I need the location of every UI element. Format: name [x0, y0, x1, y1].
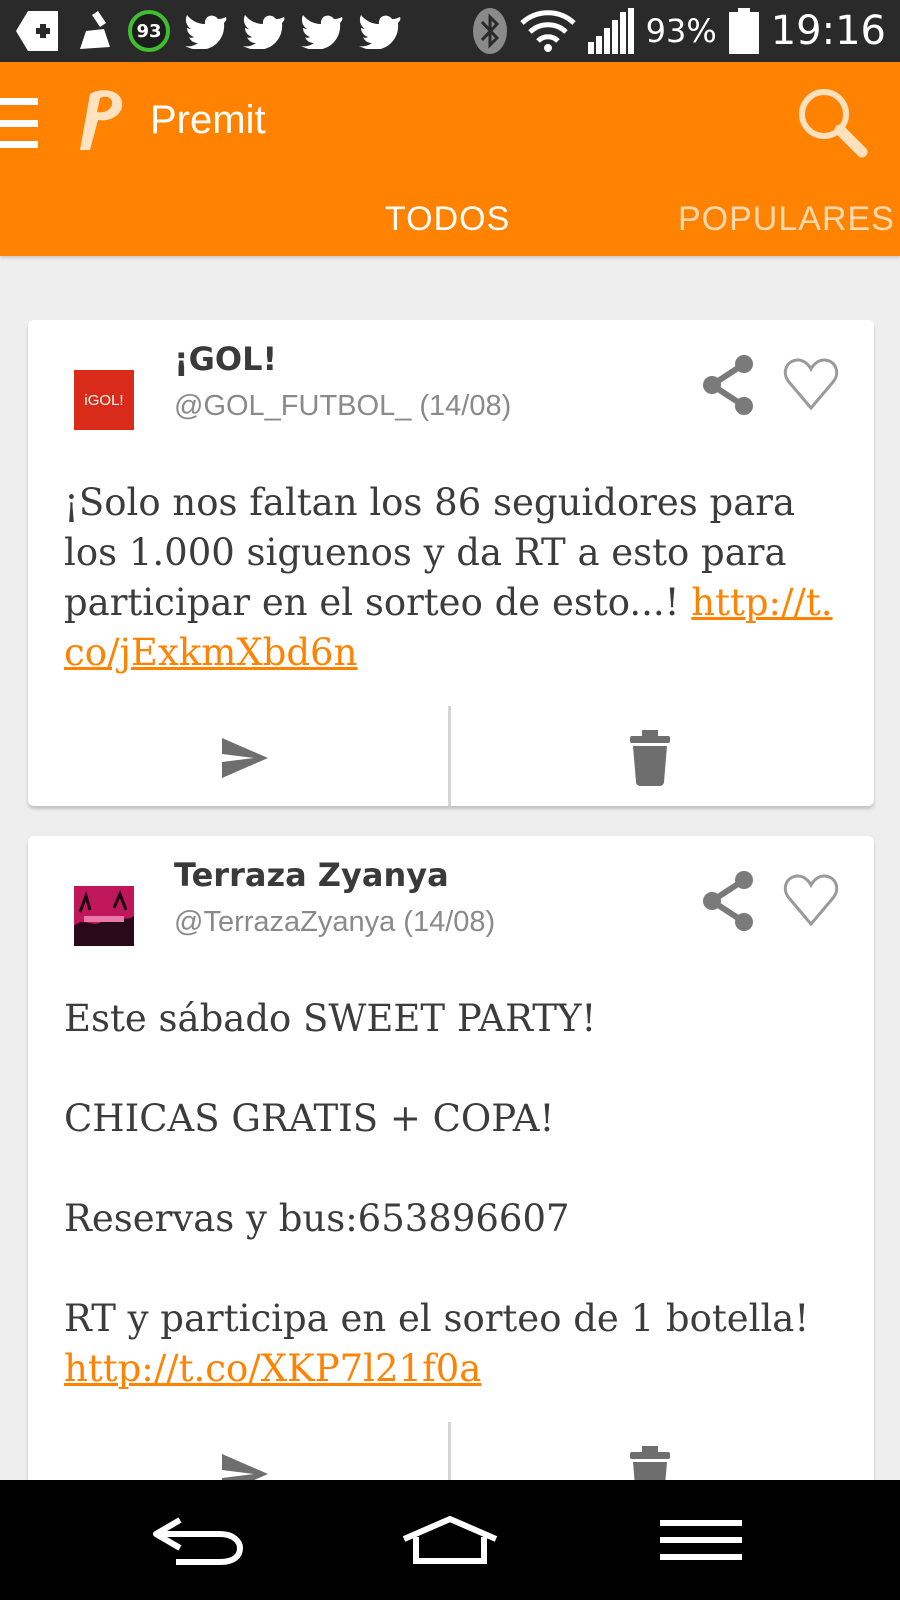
- send-icon[interactable]: [220, 736, 270, 780]
- twitter-notification-icon: [184, 13, 228, 49]
- share-icon[interactable]: [700, 870, 758, 932]
- battery-percent: 93%: [645, 12, 717, 50]
- twitter-notification-icon: [300, 13, 344, 49]
- menu-icon: [660, 1520, 742, 1560]
- search-icon[interactable]: [796, 86, 870, 160]
- post-link[interactable]: http://t.co/XKP7l21f0a: [64, 1347, 481, 1390]
- heart-icon[interactable]: [783, 872, 839, 928]
- post-body: Este sábado SWEET PARTY! CHICAS GRATIS +…: [64, 997, 810, 1340]
- clock: 19:16: [770, 8, 886, 54]
- post-text: Este sábado SWEET PARTY! CHICAS GRATIS +…: [64, 994, 844, 1394]
- home-button[interactable]: [400, 1510, 500, 1570]
- menu-button[interactable]: [660, 1510, 742, 1570]
- app-title: Premit: [150, 98, 266, 142]
- author-handle: @GOL_FUTBOL_ (14/08): [174, 390, 512, 422]
- back-icon: [153, 1517, 244, 1565]
- author-name: ¡GOL!: [174, 340, 278, 378]
- cleaner-icon: [76, 9, 114, 53]
- post-card: Terraza Zyanya @TerrazaZyanya (14/08) Es…: [28, 836, 874, 1496]
- avatar[interactable]: [74, 886, 134, 946]
- author-handle: @TerrazaZyanya (14/08): [174, 906, 496, 938]
- post-text: ¡Solo nos faltan los 86 seguidores para …: [64, 478, 844, 678]
- hamburger-menu-icon[interactable]: [0, 98, 40, 148]
- premit-logo-icon: [80, 90, 123, 150]
- back-button[interactable]: [150, 1510, 246, 1570]
- bluetooth-icon: [472, 7, 508, 55]
- twitter-notification-icon: [242, 13, 286, 49]
- post-card: iGOL! ¡GOL! @GOL_FUTBOL_ (14/08) ¡Solo n…: [28, 320, 874, 806]
- navigation-bar: [0, 1480, 900, 1600]
- post-actions: [28, 706, 874, 806]
- avatar[interactable]: iGOL!: [74, 370, 134, 430]
- author-name: Terraza Zyanya: [174, 856, 449, 894]
- share-icon[interactable]: [700, 354, 758, 416]
- wifi-icon: [519, 9, 576, 53]
- status-bar: 93 93% 19:16: [0, 0, 900, 62]
- twitter-notification-icon: [358, 13, 402, 49]
- battery-level-badge: 93: [128, 10, 170, 52]
- divider: [448, 706, 451, 806]
- battery-icon: [728, 8, 759, 54]
- tab-populares[interactable]: POPULARES: [678, 200, 895, 239]
- signal-icon: [587, 8, 634, 54]
- trash-icon[interactable]: [630, 730, 670, 786]
- add-notification-icon: [14, 9, 62, 53]
- tab-todos[interactable]: TODOS: [385, 200, 510, 239]
- app-bar: Premit: [0, 62, 900, 182]
- tab-bar: TODOS POPULARES: [0, 182, 900, 256]
- home-icon: [402, 1515, 498, 1564]
- heart-icon[interactable]: [783, 356, 839, 412]
